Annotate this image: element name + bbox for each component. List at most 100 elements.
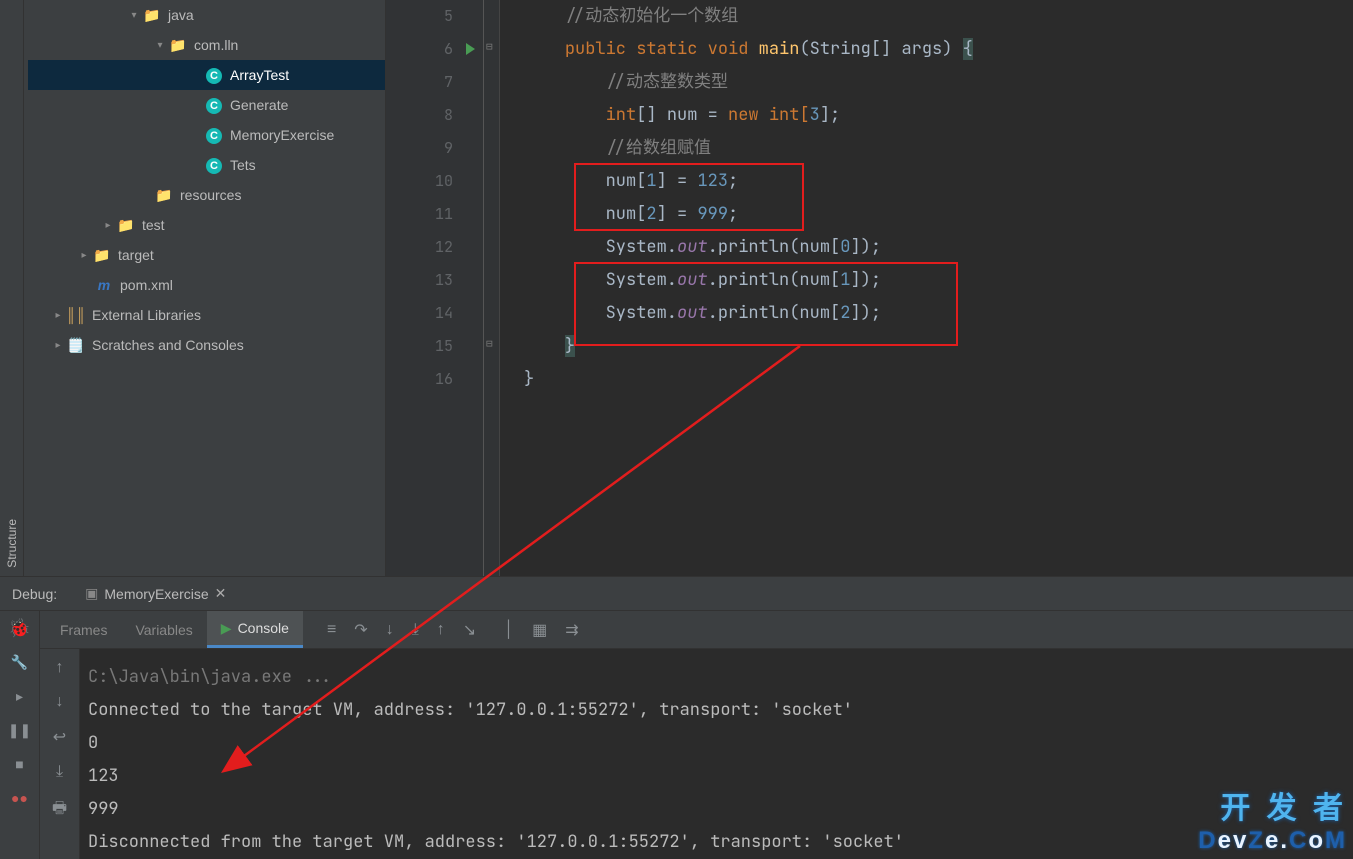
tree-label: com.lln [194, 37, 238, 53]
chevron-right-icon: ▸ [50, 310, 66, 321]
code-token: ]); [850, 269, 881, 291]
chevron-right-icon: ▸ [100, 220, 116, 231]
class-icon: C [204, 66, 224, 84]
tree-folder-test[interactable]: ▸ 📁 test [28, 210, 385, 240]
tree-scratches[interactable]: ▸ 🗒️ Scratches and Consoles [28, 330, 385, 360]
tree-label: java [168, 7, 194, 23]
run-config-icon: ▣ [85, 585, 98, 602]
folder-icon: 📁 [142, 7, 162, 24]
class-icon: C [204, 156, 224, 174]
line-number: 13 [386, 264, 483, 297]
tree-folder-java[interactable]: ▾ 📁 java [28, 0, 385, 30]
debug-button[interactable]: 🐞 [9, 617, 31, 639]
tree-package[interactable]: ▾ 📁 com.lln [28, 30, 385, 60]
tree-label: pom.xml [120, 277, 173, 293]
down-icon[interactable]: ↓ [56, 693, 64, 711]
library-icon: ║║ [66, 307, 86, 323]
up-icon[interactable]: ↑ [56, 659, 64, 677]
chevron-right-icon: ▸ [76, 250, 92, 261]
chevron-down-icon: ▾ [126, 10, 142, 21]
code-token: ] = [657, 170, 698, 192]
tree-label: Tets [230, 157, 256, 173]
target-folder-icon: 📁 [92, 247, 112, 264]
pause-button[interactable]: ❚❚ [9, 719, 31, 741]
tree-folder-resources[interactable]: 📁 resources [28, 180, 385, 210]
class-icon: C [204, 96, 224, 114]
step-into-icon[interactable]: ↓ [386, 621, 394, 639]
line-number: 6 [386, 33, 483, 66]
code-token: num[ [606, 170, 647, 192]
tree-file-tets[interactable]: C Tets [28, 150, 385, 180]
tree-label: ArrayTest [230, 67, 289, 83]
code-token: ]); [850, 302, 881, 324]
run-to-cursor-icon[interactable]: ↘ [463, 620, 476, 640]
line-number: 15 [386, 330, 483, 363]
tree-label: MemoryExercise [230, 127, 334, 143]
evaluate-icon[interactable]: ▦ [532, 620, 547, 640]
tree-label: test [142, 217, 165, 233]
project-panel: ▾ 📁 java ▾ 📁 com.lln C ArrayTest C Gener… [24, 0, 386, 576]
tree-label: resources [180, 187, 241, 203]
fold-column: ⊟ ⊟ [484, 0, 500, 576]
tree-label: Generate [230, 97, 288, 113]
variables-tab[interactable]: Variables [121, 611, 206, 648]
code-token: void [708, 38, 749, 60]
code-token: 999 [697, 203, 728, 225]
frames-tab[interactable]: Frames [46, 611, 121, 648]
show-exec-point-icon[interactable]: ≡ [327, 621, 336, 639]
step-out-icon[interactable]: ↑ [437, 621, 445, 639]
tree-file-pom[interactable]: m pom.xml [28, 270, 385, 300]
debug-step-toolbar: ≡ ↷ ↓ ⤓ ↑ ↘ │ ▦ ⇉ [303, 620, 579, 640]
resume-button[interactable]: ▸ [9, 685, 31, 707]
step-over-icon[interactable]: ↷ [354, 620, 367, 640]
fold-marker[interactable]: ⊟ [486, 337, 493, 351]
code-token: System. [606, 302, 677, 324]
console-tab[interactable]: ▶ Console [207, 611, 303, 648]
code-token: } [524, 368, 534, 390]
console-output[interactable]: C:\Java\bin\java.exe ... Connected to th… [80, 649, 1353, 859]
package-icon: 📁 [168, 37, 188, 54]
structure-tool-button[interactable]: Structure [3, 511, 21, 576]
code-token: 1 [646, 170, 656, 192]
code-token: //给数组赋值 [606, 137, 711, 159]
tab-label: Console [238, 620, 289, 636]
code-editor[interactable]: 5 6 7 8 9 10 11 12 13 14 15 16 ⊟ ⊟ //动态初… [386, 0, 1353, 576]
class-icon: C [204, 126, 224, 144]
tree-file-memoryexercise[interactable]: C MemoryExercise [28, 120, 385, 150]
close-icon[interactable]: ✕ [215, 585, 227, 602]
tree-external-libraries[interactable]: ▸ ║║ External Libraries [28, 300, 385, 330]
code-token: System. [606, 269, 677, 291]
stop-button[interactable]: ■ [9, 753, 31, 775]
play-icon: ▶ [221, 620, 232, 637]
tree-file-generate[interactable]: C Generate [28, 90, 385, 120]
debug-left-toolbar: 🐞 🔧 ▸ ❚❚ ■ ●● [0, 611, 40, 859]
print-icon[interactable]: 🖶 [52, 797, 67, 824]
debug-config-tab[interactable]: ▣ MemoryExercise ✕ [75, 585, 236, 602]
debug-title: Debug: [12, 586, 57, 602]
code-token: 2 [840, 302, 850, 324]
force-step-into-icon[interactable]: ⤓ [412, 621, 419, 639]
tree-label: Scratches and Consoles [92, 337, 244, 353]
code-token: ; [728, 203, 738, 225]
run-gutter-icon[interactable] [466, 43, 475, 55]
scroll-end-icon[interactable]: ⤓ [56, 763, 63, 781]
wrench-icon[interactable]: 🔧 [9, 651, 31, 673]
code-token: { [963, 38, 973, 60]
line-number: 16 [386, 363, 483, 396]
console-line: C:\Java\bin\java.exe ... [88, 661, 1353, 694]
tree-file-arraytest[interactable]: C ArrayTest [28, 60, 385, 90]
code-token: //动态初始化一个数组 [565, 5, 738, 27]
console-line: Connected to the target VM, address: '12… [88, 694, 1353, 727]
debug-tab-label: MemoryExercise [104, 586, 208, 602]
line-number: 11 [386, 198, 483, 231]
more-icon[interactable]: ⇉ [565, 620, 578, 640]
resources-icon: 📁 [154, 187, 174, 204]
soft-wrap-icon[interactable]: ↩ [53, 727, 66, 747]
console-line: Disconnected from the target VM, address… [88, 826, 1353, 859]
view-breakpoints-button[interactable]: ●● [9, 787, 31, 809]
code-area[interactable]: //动态初始化一个数组 public static void main(Stri… [500, 0, 1353, 576]
code-token: static [636, 38, 697, 60]
code-token: new [728, 104, 759, 126]
fold-marker[interactable]: ⊟ [486, 40, 493, 54]
tree-folder-target[interactable]: ▸ 📁 target [28, 240, 385, 270]
